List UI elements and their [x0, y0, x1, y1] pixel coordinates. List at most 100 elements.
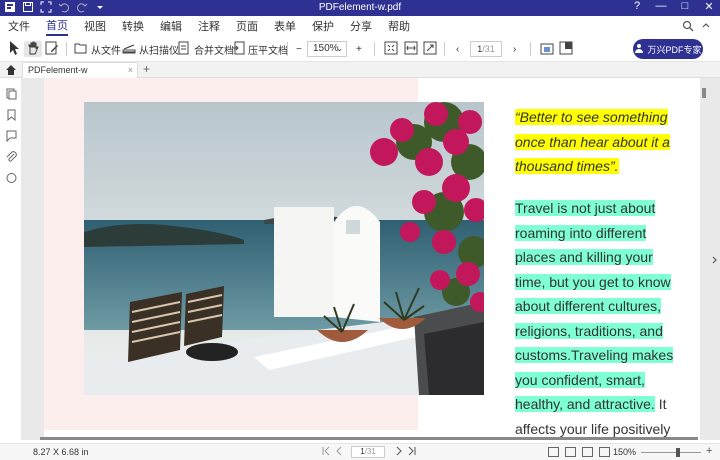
flatten-label: 压平文档 [248, 45, 288, 57]
document-tab-strip: PDFelement-w × + [0, 62, 720, 78]
attachment-icon[interactable] [6, 151, 17, 162]
menu-bar: 文件 首页 视图 转换 编辑 注释 页面 表单 保护 分享 帮助 [0, 16, 720, 36]
body-line: healthy, and attractive. [515, 396, 655, 412]
single-page-view-icon[interactable] [548, 447, 559, 457]
body-line: Travel is not just about [515, 200, 656, 216]
quote-line: thousand times”. [515, 158, 619, 174]
close-tab-icon[interactable]: × [128, 63, 133, 78]
bookmark-icon[interactable] [6, 109, 17, 122]
page-number-input[interactable]: 1/31 [470, 41, 502, 57]
maximize-button[interactable]: □ [678, 0, 692, 13]
from-scanner-label: 从扫描仪 [139, 45, 179, 57]
window-controls: ? — □ ✕ [630, 0, 716, 13]
body-line: about different cultures, [515, 298, 662, 314]
status-bar: 8.27 X 6.68 in 1/31 150% + [0, 443, 720, 460]
ribbon-collapse-icon[interactable] [700, 20, 712, 32]
horizontal-scrollbar-thumb[interactable] [40, 437, 698, 440]
toolbar-separator [444, 42, 445, 56]
first-page-icon[interactable] [322, 446, 330, 458]
zoom-select[interactable]: 150% ⌄ [307, 41, 347, 57]
add-tab-button[interactable]: + [143, 62, 150, 76]
from-file-button[interactable]: 从文件 [74, 41, 121, 57]
menu-comment[interactable]: 注释 [198, 18, 220, 34]
two-page-view-icon[interactable] [582, 447, 593, 457]
menu-view[interactable]: 视图 [84, 18, 106, 34]
menu-page[interactable]: 页面 [236, 18, 258, 34]
thumbnail-icon[interactable] [6, 88, 17, 100]
travel-photo [84, 102, 484, 395]
document-tab[interactable]: PDFelement-w × [22, 62, 138, 78]
zoom-in-button[interactable]: + [356, 41, 362, 57]
quote-block: “Better to see something once than hear … [515, 105, 675, 179]
snapshot-button[interactable] [540, 41, 554, 57]
continuous-view-icon[interactable] [565, 447, 576, 457]
zoom-value: 150% [313, 43, 339, 54]
comment-icon[interactable] [6, 130, 17, 143]
select-tool[interactable] [7, 40, 21, 59]
body-line: time, but you get to know [515, 273, 671, 290]
menu-help[interactable]: 帮助 [388, 18, 410, 34]
next-page-button[interactable]: › [513, 41, 516, 57]
hand-tool[interactable] [24, 41, 42, 57]
flatten-button[interactable]: 压平文档 [231, 41, 288, 57]
cursor-icon [7, 40, 21, 59]
zoom-slider-handle[interactable] [676, 448, 680, 457]
two-page-continuous-view-icon[interactable] [599, 447, 610, 457]
edit-pencil-icon [45, 41, 59, 58]
zoom-in-small-icon[interactable]: + [706, 445, 712, 457]
actual-size-button[interactable] [423, 41, 437, 57]
body-line: affects your life positively [515, 420, 671, 437]
prev-page-button[interactable]: ‹ [456, 41, 459, 57]
combine-button[interactable]: 合并文档 [177, 41, 234, 57]
snapshot-icon [540, 41, 554, 58]
close-button[interactable]: ✕ [702, 0, 716, 13]
edit-tool[interactable] [45, 41, 59, 57]
menu-bar-right [682, 20, 712, 32]
window-title: PDFelement-w.pdf [318, 2, 402, 13]
flatten-icon [231, 41, 245, 58]
hand-icon [26, 41, 40, 58]
fit-page-icon [384, 41, 398, 58]
minimize-button[interactable]: — [654, 0, 668, 13]
prev-page-icon[interactable] [336, 446, 342, 458]
body-line-tail: It [654, 396, 667, 412]
expand-right-panel-icon[interactable] [711, 256, 717, 266]
menu-home[interactable]: 首页 [46, 17, 68, 36]
full-screen-button[interactable] [559, 41, 573, 57]
vertical-scrollbar-thumb[interactable] [702, 88, 706, 98]
menu-file[interactable]: 文件 [8, 18, 30, 34]
search-icon[interactable] [682, 20, 694, 32]
document-canvas[interactable]: “Better to see something once than hear … [22, 78, 720, 440]
home-icon[interactable] [5, 64, 17, 76]
page-total: /31 [482, 44, 495, 54]
toolbar-separator [374, 42, 375, 56]
help-button[interactable]: ? [630, 0, 644, 13]
chevron-down-icon: ⌄ [336, 44, 343, 53]
menu-edit[interactable]: 编辑 [160, 18, 182, 34]
fit-page-button[interactable] [384, 41, 398, 57]
menu-convert[interactable]: 转换 [122, 18, 144, 34]
body-line: customs.Traveling makes [515, 347, 674, 363]
next-page-icon[interactable] [396, 446, 402, 458]
search-panel-icon[interactable] [6, 172, 17, 183]
toolbar-separator [287, 42, 288, 56]
login-label: 万兴PDF专家 [647, 44, 702, 55]
combine-label: 合并文档 [194, 45, 234, 57]
login-button[interactable]: 万兴PDF专家 [633, 39, 703, 59]
menu-share[interactable]: 分享 [350, 18, 372, 34]
status-page-input[interactable]: 1/31 [351, 446, 385, 458]
scanner-icon [122, 42, 136, 57]
toolbar-separator [66, 42, 67, 56]
menu-protect[interactable]: 保护 [312, 18, 334, 34]
fit-width-button[interactable] [404, 41, 418, 57]
zoom-out-button[interactable]: − [296, 41, 302, 57]
status-page-total: /31 [364, 447, 376, 456]
actual-size-icon [423, 41, 437, 58]
status-zoom-value: 150% [613, 447, 637, 457]
menu-form[interactable]: 表单 [274, 18, 296, 34]
last-page-icon[interactable] [408, 446, 416, 458]
from-scanner-button[interactable]: 从扫描仪 [122, 41, 179, 57]
document-tab-label: PDFelement-w [28, 65, 88, 75]
zoom-slider-track[interactable] [641, 452, 701, 453]
ribbon-toolbar: 从文件 从扫描仪 合并文档 压平文档 − 150% ⌄ + ‹ 1/31 › 万… [0, 36, 720, 62]
